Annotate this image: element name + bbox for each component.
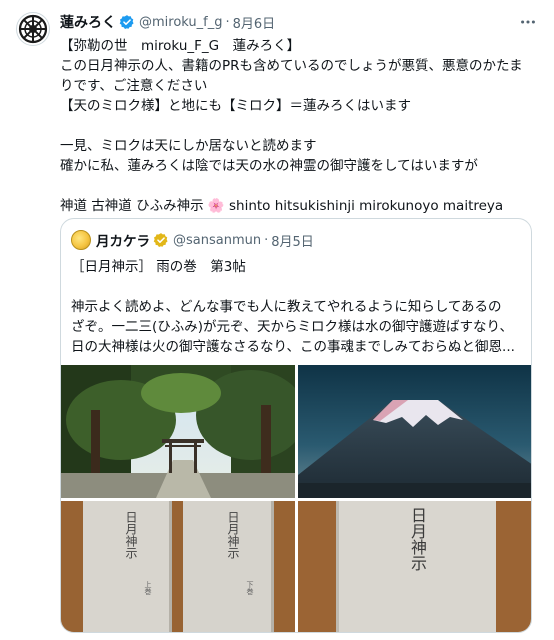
quoted-line: 日の大神様は火の御守護なさるなり、この事魂までしみておらぬと御恩... <box>71 339 515 355</box>
quoted-line: ざぞ。一二三(ひふみ)が元ぞ、天からミロク様は水の御守護遊ばすなり、 <box>71 319 513 335</box>
tweet-line: 確かに私、蓮みろくは陰では天の水の神霊の御守護をしてはいますが <box>60 158 478 174</box>
quoted-avatar[interactable] <box>71 230 91 250</box>
more-options-button[interactable] <box>518 12 538 32</box>
image-book-cover[interactable]: 日月神示 <box>298 501 531 632</box>
mount-fuji-image <box>298 365 531 498</box>
quoted-line: 神示よく読めよ、どんな事でも人に教えてやれるように知らしてあるの <box>71 299 502 315</box>
timestamp[interactable]: 8月6日 <box>233 13 276 32</box>
tweet-line: 【弥勒の世 miroku_F_G 蓮みろく】 <box>60 38 301 54</box>
forest-shrine-image <box>61 365 295 498</box>
quoted-line: ［日月神示］ 雨の巻 第3帖 <box>71 259 246 275</box>
tweet-line: この日月神示の人、書籍のPRも含めているのでしょうが悪質、悪意のかたま <box>60 58 523 74</box>
image-mount-fuji[interactable] <box>298 365 531 498</box>
tweet-line: 一見、ミロクは天にしか居ないと読めます <box>60 138 317 154</box>
verified-badge-icon <box>119 15 134 29</box>
tweet-line-blank <box>60 116 540 136</box>
book-spine-title-left: 日月神示 <box>124 511 138 559</box>
tweet-hashtags-line: 神道 古神道 ひふみ神示 🌸 shinto hitsukishinji miro… <box>60 198 504 214</box>
quoted-tweet-header: 月カケラ @sansanmun · 8月5日 <box>71 229 314 251</box>
quoted-tweet[interactable]: 月カケラ @sansanmun · 8月5日 ［日月神示］ 雨の巻 第3帖 神示… <box>60 218 532 633</box>
book-tag-lower: 下巻 <box>246 581 254 595</box>
tweet-line-blank <box>60 176 540 196</box>
image-forest-shrine[interactable] <box>61 365 295 498</box>
handle[interactable]: @miroku_f_g <box>139 15 222 30</box>
book-volumes-image <box>61 501 295 632</box>
tweet-header: 蓮みろく @miroku_f_g · 8月6日 <box>60 12 275 32</box>
tweet-line: 【天のミロク様】と地にも【ミロク】＝蓮みろくはいます <box>60 98 411 114</box>
quoted-timestamp[interactable]: 8月5日 <box>271 231 314 250</box>
book-spine-title-right: 日月神示 <box>226 511 240 559</box>
avatar[interactable] <box>16 12 50 46</box>
media-grid: 日月神示 日月神示 上巻 下巻 日月神示 <box>61 365 531 632</box>
tweet[interactable]: 蓮みろく @miroku_f_g · 8月6日 【弥勒の世 miroku_F_G… <box>0 0 554 640</box>
verified-gold-badge-icon <box>153 233 168 247</box>
separator-dot: · <box>264 232 269 248</box>
display-name[interactable]: 蓮みろく <box>60 12 116 32</box>
more-dots-icon <box>521 20 535 24</box>
tweet-text: 【弥勒の世 miroku_F_G 蓮みろく】 この日月神示の人、書籍のPRも含め… <box>60 36 540 216</box>
quoted-handle[interactable]: @sansanmun <box>173 233 261 248</box>
separator-dot: · <box>225 14 230 30</box>
image-book-volumes[interactable]: 日月神示 日月神示 上巻 下巻 <box>61 501 295 632</box>
dharma-wheel-icon <box>18 14 48 44</box>
quoted-display-name[interactable]: 月カケラ <box>96 230 150 250</box>
book-tag-upper: 上巻 <box>144 581 152 595</box>
quoted-line-blank <box>71 277 523 297</box>
tweet-line: りです、ご注意ください <box>60 78 208 94</box>
book-cover-title: 日月神示 <box>408 507 427 571</box>
quoted-tweet-text: ［日月神示］ 雨の巻 第3帖 神示よく読めよ、どんな事でも人に教えてやれるように… <box>71 257 523 357</box>
